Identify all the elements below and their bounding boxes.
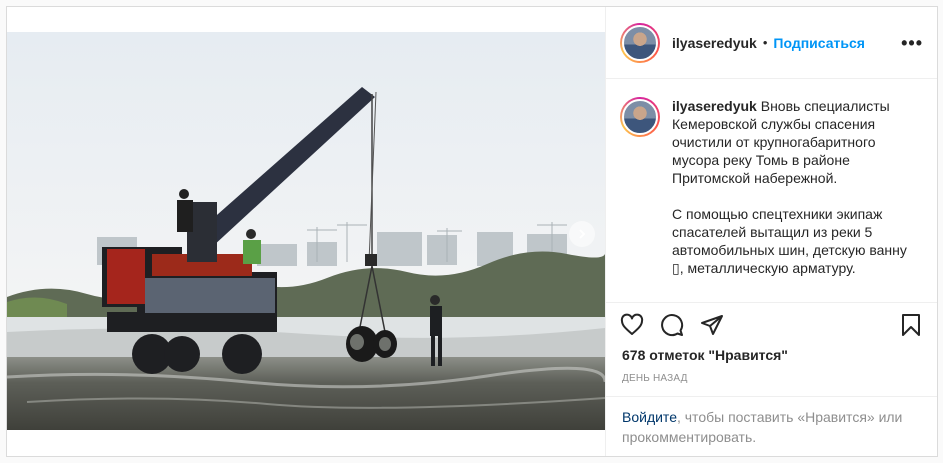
author-username[interactable]: ilyaseredyuk	[672, 35, 757, 51]
more-options-icon[interactable]: •••	[901, 34, 923, 52]
chevron-right-icon	[579, 229, 586, 239]
heart-icon[interactable]	[620, 313, 644, 337]
comment-icon[interactable]	[660, 313, 684, 337]
post-sidebar: ilyaseredyuk • Подписаться ••• ilyasered…	[605, 7, 937, 456]
caption-username[interactable]: ilyaseredyuk	[672, 98, 757, 114]
likes-count[interactable]: 678 отметок "Нравится"	[606, 345, 937, 363]
separator-dot: •	[762, 35, 768, 50]
login-prompt: Войдите, чтобы поставить «Нравится» или …	[606, 396, 937, 456]
post-time[interactable]: День назад	[606, 363, 937, 384]
caption-text: Вновь специалисты Кемеровской службы спа…	[672, 98, 907, 276]
bookmark-icon[interactable]	[899, 313, 923, 337]
post-photo	[7, 32, 605, 430]
next-photo-button[interactable]	[569, 221, 595, 247]
author-avatar[interactable]	[620, 22, 660, 63]
post-header: ilyaseredyuk • Подписаться •••	[606, 7, 937, 79]
post-media[interactable]	[7, 7, 605, 456]
caption-author-avatar[interactable]	[620, 97, 660, 137]
action-bar	[606, 305, 937, 345]
paper-plane-icon[interactable]	[700, 313, 724, 337]
instagram-post: ilyaseredyuk • Подписаться ••• ilyasered…	[6, 6, 938, 457]
post-caption: ilyaseredyuk Вновь специалисты Кемеровск…	[672, 97, 922, 302]
login-link[interactable]: Войдите	[622, 409, 677, 425]
comments-area: ilyaseredyuk Вновь специалисты Кемеровск…	[606, 79, 937, 303]
follow-button[interactable]: Подписаться	[773, 35, 865, 51]
